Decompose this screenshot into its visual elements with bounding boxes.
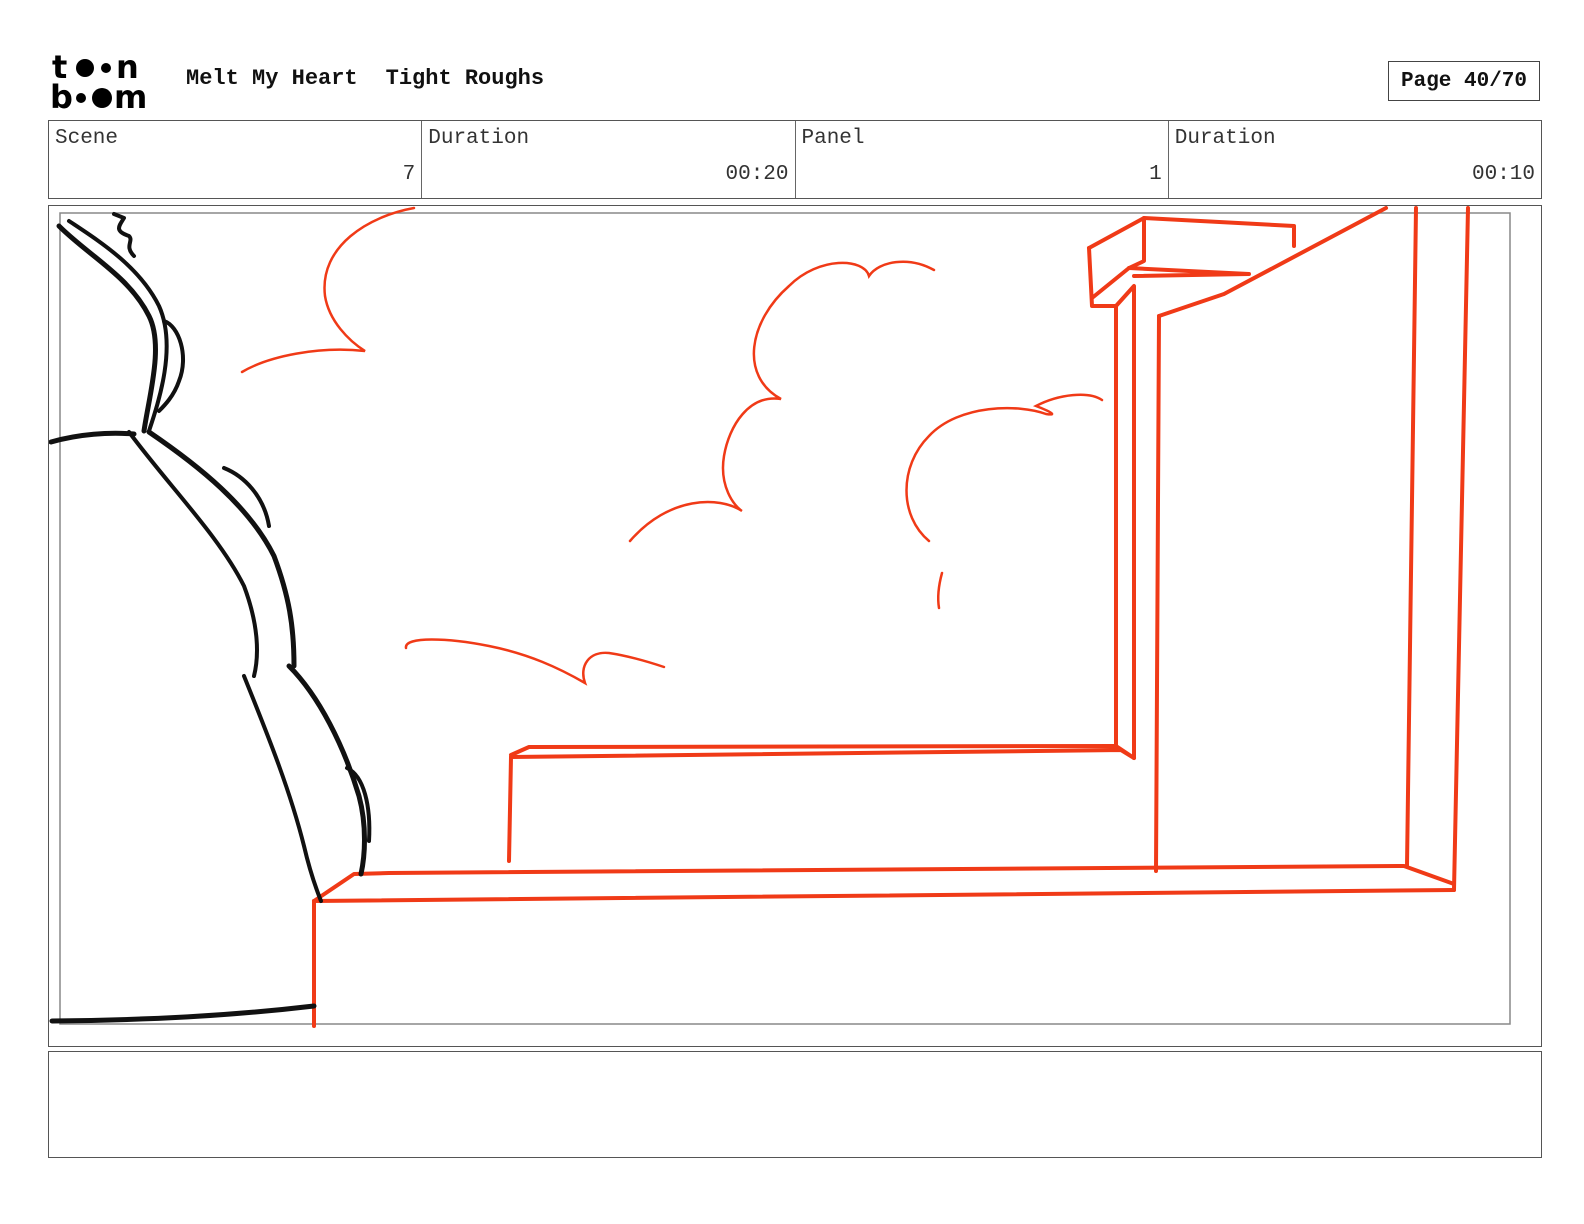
panel-duration-cell: Duration 00:10 [1169,121,1541,198]
scene-duration-value: 00:20 [725,163,789,186]
panel-label: Panel [801,127,865,150]
panel-value: 1 [1149,163,1162,186]
panel-duration-label: Duration [1174,127,1276,150]
safe-frame [59,212,1511,1025]
scene-value: 7 [402,163,416,186]
panel-duration-value: 00:10 [1471,163,1535,186]
toonboom-logo: t n b m toon boom [50,48,164,116]
character-sketch [49,212,372,1024]
clouds-sketch [240,206,1104,686]
header-titles: Melt My Heart Tight Roughs [186,66,544,91]
storyboard-panel [48,205,1542,1047]
project-title: Melt My Heart [186,66,358,91]
panel-sketch [49,206,1511,1028]
window-frame-sketch [312,206,1470,1028]
scene-cell: Scene 7 [49,121,423,198]
page-indicator: Page 40/70 [1388,61,1540,101]
panel-notes-box[interactable] [48,1051,1542,1158]
panel-cell: Panel 1 [796,121,1169,198]
svg-text:m: m [114,78,147,112]
scene-duration-cell: Duration 00:20 [422,121,796,198]
scene-duration-label: Duration [428,127,530,150]
scene-info-table: Scene 7 Duration 00:20 Panel 1 Duration … [48,120,1542,199]
svg-text:b: b [50,78,73,112]
draft-label: Tight Roughs [385,66,545,91]
scene-label: Scene [55,127,119,150]
